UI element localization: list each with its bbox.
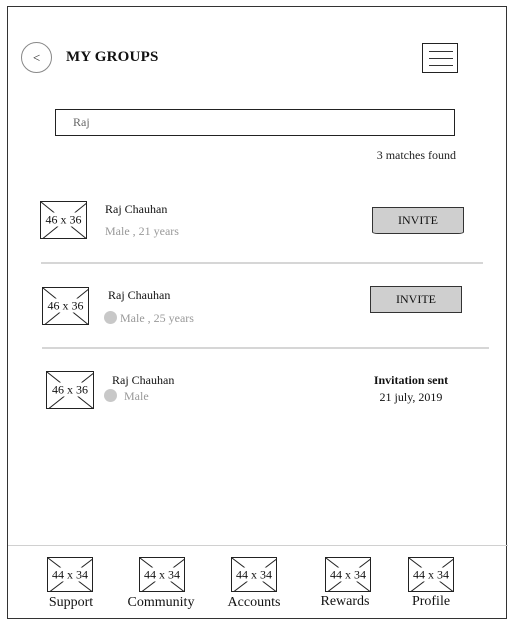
result-2-meta: Male , 25 years: [120, 311, 194, 325]
nav-label-rewards: Rewards: [320, 594, 370, 609]
result-2-avatar-placeholder: 46 x 36: [42, 287, 89, 325]
rewards-icon: 44 x 34: [325, 557, 371, 592]
placeholder-size: 44 x 34: [329, 567, 367, 581]
accounts-icon: 44 x 34: [231, 557, 277, 592]
community-icon: 44 x 34: [139, 557, 185, 592]
back-icon: <: [32, 49, 41, 65]
nav-label-profile: Profile: [411, 594, 451, 609]
placeholder-size: 46 x 36: [46, 298, 85, 313]
bottom-nav-divider: [8, 545, 508, 546]
support-icon: 44 x 34: [47, 557, 93, 592]
placeholder-size: 44 x 34: [143, 567, 181, 581]
placeholder-size: 44 x 34: [51, 567, 89, 581]
status-dot-icon: [104, 311, 117, 324]
divider: [42, 347, 489, 349]
nav-label-community: Community: [127, 595, 195, 610]
menu-line: [429, 58, 453, 59]
result-3-meta: Male: [124, 389, 149, 403]
placeholder-size: 46 x 36: [44, 212, 83, 227]
hamburger-menu-button[interactable]: [422, 43, 458, 73]
result-1-name: Raj Chauhan: [105, 202, 168, 216]
result-3-avatar-placeholder: 46 x 36: [46, 371, 94, 409]
placeholder-size: 46 x 36: [51, 382, 89, 397]
profile-icon: 44 x 34: [408, 557, 454, 592]
search-input[interactable]: [55, 109, 455, 136]
result-2-meta-row: Male , 25 years: [104, 311, 194, 326]
back-button[interactable]: <: [21, 42, 52, 73]
page-title: MY GROUPS: [66, 49, 159, 65]
result-3-name: Raj Chauhan: [112, 373, 175, 387]
result-1-invite-button[interactable]: INVITE: [372, 207, 464, 234]
placeholder-size: 44 x 34: [412, 567, 450, 581]
result-1-meta: Male , 21 years: [105, 224, 179, 238]
status-dot-icon: [104, 389, 117, 402]
menu-line: [429, 51, 453, 52]
placeholder-size: 44 x 34: [235, 567, 273, 581]
result-1-avatar-placeholder: 46 x 36: [40, 201, 87, 239]
nav-label-support: Support: [48, 595, 94, 610]
invitation-status: Invitation sent: [373, 373, 449, 387]
match-count: 3 matches found: [376, 148, 456, 162]
invitation-date: 21 july, 2019: [379, 390, 443, 404]
nav-label-accounts: Accounts: [227, 595, 281, 610]
result-2-name: Raj Chauhan: [108, 288, 171, 302]
menu-line: [429, 65, 453, 66]
result-3-meta-row: Male: [104, 389, 149, 404]
divider: [41, 262, 483, 264]
result-2-invite-button[interactable]: INVITE: [370, 286, 462, 313]
